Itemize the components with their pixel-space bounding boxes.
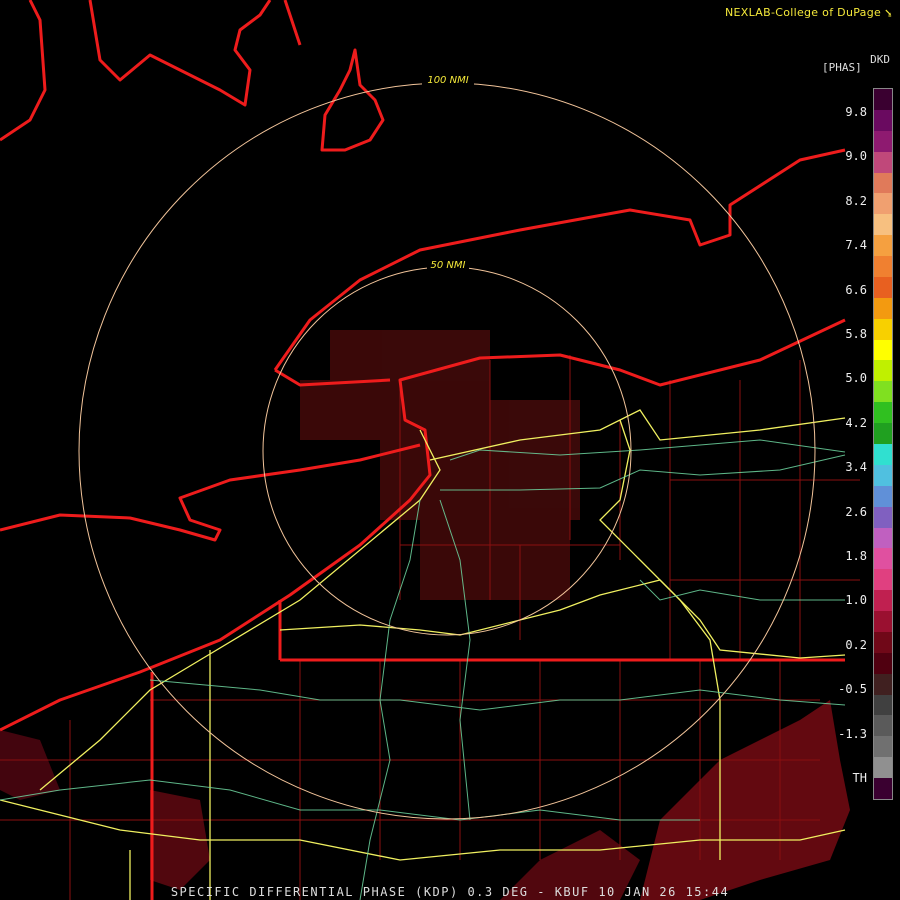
color-scale-segment xyxy=(874,631,892,654)
color-scale-label: 7.4 xyxy=(845,238,867,253)
color-scale-label: 9.0 xyxy=(845,149,867,164)
product-caption: SPECIFIC DIFFERENTIAL PHASE (KDP) 0.3 DE… xyxy=(170,885,730,899)
color-scale-bar xyxy=(873,88,893,800)
color-scale-label: 9.8 xyxy=(845,105,867,119)
color-scale-segment xyxy=(874,673,892,696)
color-scale-segment xyxy=(874,276,892,299)
color-scale-label: 6.6 xyxy=(845,282,867,297)
outer-ring-label: 100 NMI xyxy=(427,75,468,86)
color-scale-segment xyxy=(874,172,892,194)
legend-units: [PHAS] xyxy=(822,61,862,74)
color-scale-segment xyxy=(874,297,892,320)
credit-text: NEXLAB-College of DuPage xyxy=(725,6,882,19)
color-scale-label: 8.2 xyxy=(845,193,867,208)
credit-logo-icon: ⭸ xyxy=(884,6,892,19)
color-scale-segment xyxy=(874,360,892,382)
color-scale-segment xyxy=(874,569,892,591)
color-scale-segment xyxy=(874,548,892,570)
color-scale-label: 5.0 xyxy=(845,371,867,386)
color-scale-label: 1.8 xyxy=(845,549,867,563)
product-code: DKD xyxy=(870,53,890,66)
color-scale-segment xyxy=(874,318,892,341)
color-scale-segment xyxy=(874,611,892,633)
color-scale-label: 5.8 xyxy=(845,327,867,341)
color-scale-label: TH xyxy=(852,771,867,785)
color-scale-label: -1.3 xyxy=(838,726,867,741)
color-scale-segment xyxy=(874,235,892,257)
color-scale-segment xyxy=(874,151,892,174)
color-scale-label: 1.0 xyxy=(845,593,867,608)
color-scale-label: 2.6 xyxy=(845,504,867,519)
color-scale-segment xyxy=(874,652,892,675)
color-scale-segment xyxy=(874,527,892,549)
color-scale-segment xyxy=(874,485,892,508)
color-scale-segment xyxy=(874,339,892,361)
color-scale-segment xyxy=(874,89,892,111)
color-scale-segment xyxy=(874,715,892,737)
color-scale-segment xyxy=(874,381,892,403)
nexlab-credit: NEXLAB-College of DuPage ⭸ xyxy=(725,4,892,23)
color-scale-label: -0.5 xyxy=(838,682,867,697)
color-scale-label: 0.2 xyxy=(845,637,867,652)
color-scale-segment xyxy=(874,214,892,236)
color-scale-segment xyxy=(874,778,892,800)
color-scale-segment xyxy=(874,736,892,758)
color-scale-segment xyxy=(874,256,892,278)
color-scale-segment xyxy=(874,444,892,466)
color-scale-segment xyxy=(874,506,892,529)
color-scale-segment xyxy=(874,130,892,153)
color-scale-segment xyxy=(874,590,892,612)
color-scale-segment xyxy=(874,423,892,445)
color-scale-segment xyxy=(874,193,892,215)
color-scale-label: 4.2 xyxy=(845,415,867,430)
color-scale-segment xyxy=(874,402,892,424)
color-scale-label: 3.4 xyxy=(845,460,867,475)
color-scale-segment xyxy=(874,694,892,716)
color-scale-segment xyxy=(874,109,892,132)
radar-map: 100 NMI 50 NMI xyxy=(0,0,900,900)
color-scale-segment xyxy=(874,464,892,487)
inner-ring-label: 50 NMI xyxy=(431,260,466,271)
color-scale-segment xyxy=(874,757,892,779)
